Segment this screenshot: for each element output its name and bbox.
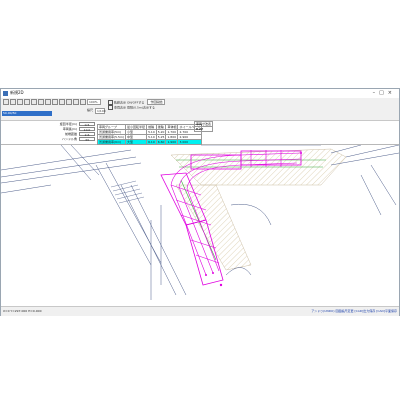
param-label-3: ハンドル角 — [61, 137, 77, 141]
redo-icon[interactable] — [45, 99, 51, 105]
zoom-select-value: 100% — [89, 100, 98, 104]
dimension-header: 車両寸法表 — [193, 121, 214, 127]
scale-label: 縮尺 — [87, 108, 94, 112]
checkbox-icon — [108, 105, 113, 110]
table-cell: 5.10 — [146, 129, 157, 135]
open-icon[interactable] — [10, 99, 16, 105]
param-input-3[interactable]: 33 — [79, 137, 95, 142]
start-draw-label: 作図開始 — [150, 100, 163, 104]
param-input-1[interactable]: 10.0 — [79, 127, 95, 132]
app-icon — [3, 91, 8, 96]
vehicle-icon[interactable] — [80, 99, 86, 105]
param-input-0[interactable]: 0.5 — [79, 122, 95, 127]
option-vehicle-interval-label: 車両表示 間隔(0.5m)表示する — [114, 105, 155, 110]
name-field-value: 50.00/50 — [3, 111, 17, 115]
window-title: 新規2D — [10, 90, 24, 95]
save-icon[interactable] — [17, 99, 23, 105]
print-icon[interactable] — [24, 99, 30, 105]
pan-icon[interactable] — [66, 99, 72, 105]
scale-select[interactable]: 1/100 — [95, 108, 106, 114]
status-bar: X=0 Y=297.000 H=0.000 アンドゥ(UNDO) 図面縮尺変更 … — [1, 306, 399, 316]
table-cell: 大型 — [125, 139, 148, 145]
window-controls[interactable]: –□× — [373, 90, 396, 96]
undo-icon[interactable] — [38, 99, 44, 105]
toolbar: 50.00/50 100% 縮尺 1/100 軌跡表示 ON/OFFする 車両表… — [1, 98, 399, 121]
table-row[interactable]: 普通乗用車(5.5m) 中型 5.10 5.25 1.800 2.900 — [96, 134, 203, 140]
zoom-out-icon[interactable] — [59, 99, 65, 105]
table-cell: 6.10 — [146, 139, 157, 145]
table-cell: 普通乗用車(6m) — [96, 139, 127, 145]
name-field[interactable]: 50.00/50 — [2, 111, 52, 116]
copy-icon[interactable] — [31, 99, 37, 105]
cursor-coordinates: X=0 Y=297.000 H=0.000 — [3, 309, 42, 313]
param-label-2: 前端距離 — [64, 132, 77, 136]
table-cell: 5.10 — [146, 134, 157, 140]
parameter-panel: 旋回半径(m) 0.5 車両長(m) 10.0 前端距離 2.6 ハンドル角 3… — [1, 121, 399, 145]
param-label-0: 旋回半径(m) — [59, 122, 77, 126]
layer-icon[interactable] — [73, 99, 79, 105]
zoom-select[interactable]: 100% — [87, 99, 101, 105]
new-icon[interactable] — [3, 99, 9, 105]
status-commands[interactable]: アンドゥ(UNDO) 図面縮尺変更 [CAD]出力保存 [CAD]平面保存 — [311, 309, 397, 313]
app-window: 新規2D –□× 50.00/50 100% 縮尺 1/100 軌跡表示 ON/… — [0, 88, 400, 316]
table-cell: 3.000 — [177, 139, 203, 145]
table-row[interactable]: 普通乗用車(5m) 小型 5.10 5.20 1.700 2.700 — [96, 129, 203, 135]
table-cell: 6.60 — [155, 139, 167, 145]
scale-select-value: 1/100 — [97, 109, 106, 113]
vehicle-table: 車両グループ 最小回転半径 前輪 後輪 車体幅 ホイールベース 普通乗用車(5m… — [96, 124, 203, 145]
option-vehicle-interval[interactable]: 車両表示 間隔(0.5m)表示する — [108, 105, 155, 110]
param-label-1: 車両長(m) — [62, 127, 77, 131]
start-draw-button[interactable]: 作図開始 — [147, 99, 165, 105]
drawing-canvas[interactable] — [1, 145, 399, 305]
site-plan-drawing[interactable] — [1, 145, 399, 305]
param-input-2[interactable]: 2.6 — [79, 132, 95, 137]
table-row-selected[interactable]: 普通乗用車(6m) 大型 6.10 6.60 1.900 3.000 — [96, 139, 203, 145]
table-cell: 1.900 — [165, 139, 179, 145]
option-trajectory-label: 軌跡表示 ON/OFFする — [114, 100, 145, 105]
column-header[interactable]: 車体幅 — [165, 124, 179, 130]
crosswalk — [110, 180, 145, 204]
table-header-row: 車両グループ 最小回転半径 前輪 後輪 車体幅 ホイールベース — [96, 124, 203, 130]
column-header[interactable]: 最小回転半径 — [125, 124, 148, 130]
dimension-table: 車両寸法表 B.ZZ — [193, 121, 214, 132]
zoom-in-icon[interactable] — [52, 99, 58, 105]
dimension-value[interactable]: B.ZZ — [193, 126, 214, 132]
table-cell: 普通乗用車(5.5m) — [96, 134, 127, 140]
title-bar: 新規2D –□× — [1, 89, 399, 98]
